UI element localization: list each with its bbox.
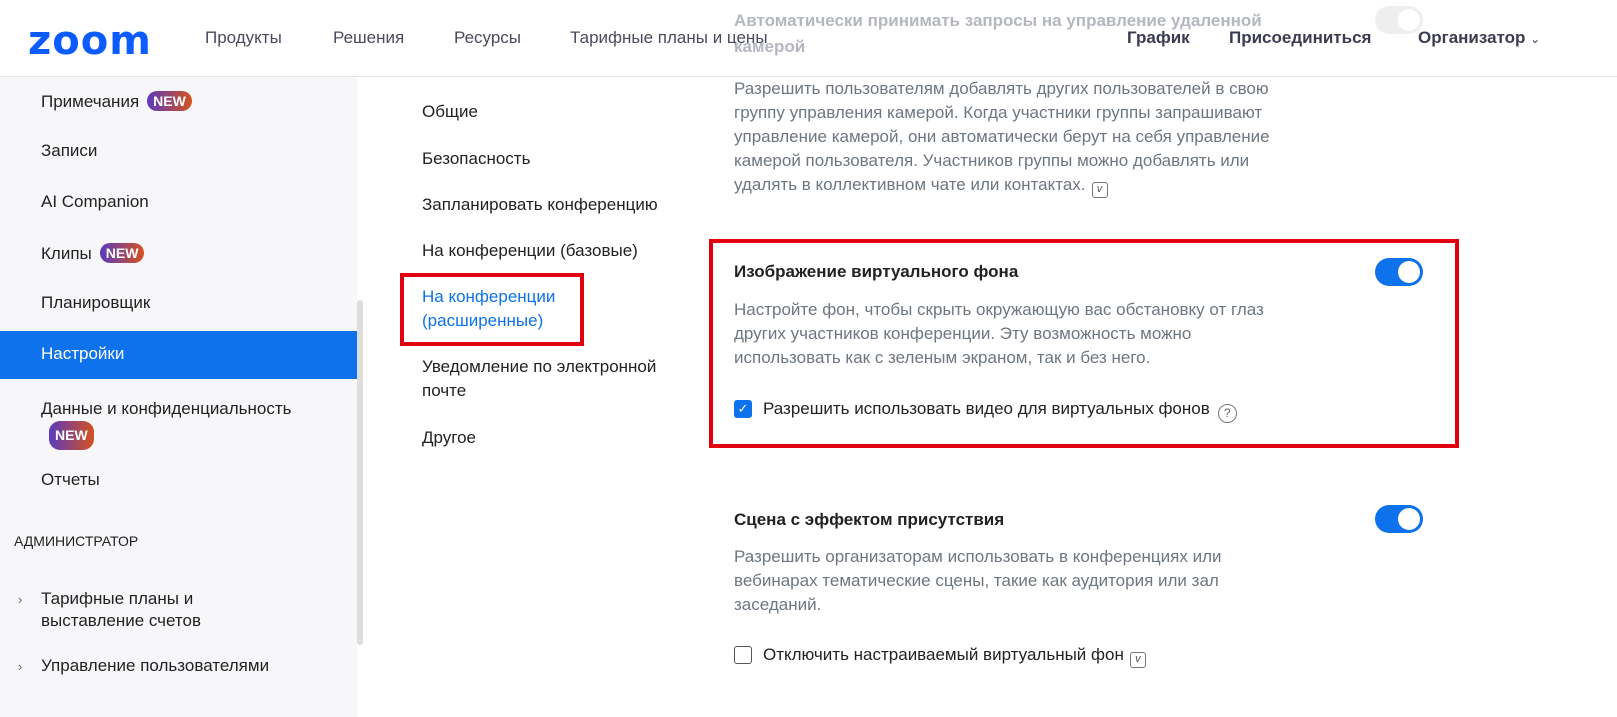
help-icon[interactable]: ? [1217,404,1237,423]
setting-title: Автоматически принимать запросы на управ… [734,11,1262,56]
version-icon[interactable]: v [1091,182,1108,198]
settings-tab-schedule[interactable]: Запланировать конференцию [422,193,658,217]
nav-resources[interactable]: Ресурсы [454,28,521,48]
immersive-toggle[interactable] [1375,505,1423,533]
settings-tab-security[interactable]: Безопасность [422,147,530,171]
zoom-logo[interactable]: zoom [28,18,152,64]
sidebar-item-user-management[interactable]: Управление пользователями [41,656,269,676]
immersive-description: Разрешить организаторам использовать в к… [734,547,1222,614]
settings-tab-email[interactable]: Уведомление по электронной почте [422,355,656,403]
video-bg-checkbox[interactable]: ✓ [734,400,752,418]
sidebar-item-notes[interactable]: Примечания NEW [41,91,192,112]
sidebar-scrollbar[interactable] [357,300,363,645]
new-badge: NEW [99,243,145,263]
video-bg-label: Разрешить использовать видео для виртуал… [763,399,1383,423]
sidebar-item-clips[interactable]: Клипы NEW [41,243,145,264]
settings-tab-basic[interactable]: На конференции (базовые) [422,239,638,263]
immersive-title: Сцена с эффектом присутствия [734,510,1005,529]
camera-control-toggle[interactable] [1375,6,1423,34]
sidebar-item-scheduler[interactable]: Планировщик [41,293,150,313]
highlight-box [400,273,584,346]
camera-control-setting: Автоматически принимать запросы на управ… [734,8,1314,60]
version-icon[interactable]: v [1129,652,1146,668]
virtual-bg-description: Настройте фон, чтобы скрыть окружающую в… [734,300,1264,367]
chevron-right-icon: › [18,592,23,607]
sidebar-item-billing[interactable]: Тарифные планы и выставление счетов [41,588,201,632]
disable-custom-bg-label: Отключить настраиваемый виртуальный фон v [763,645,1383,668]
setting-description: Разрешить пользователям добавлять других… [734,77,1354,198]
sidebar-item-ai-companion[interactable]: AI Companion [41,192,149,212]
nav-products[interactable]: Продукты [205,28,282,48]
chevron-right-icon: › [18,659,23,674]
new-badge: NEW [49,421,94,450]
settings-tab-general[interactable]: Общие [422,100,478,124]
sidebar-item-reports[interactable]: Отчеты [41,470,100,490]
chevron-down-icon: ⌄ [1530,32,1541,46]
admin-heading: АДМИНИСТРАТОР [14,533,139,549]
disable-custom-bg-checkbox[interactable] [734,646,752,664]
sidebar-item-data-privacy[interactable]: Данные и конфиденциальность NEW [41,396,292,450]
sidebar-item-settings[interactable]: Настройки [41,344,124,364]
settings-tab-other[interactable]: Другое [422,426,476,450]
sidebar-item-recordings[interactable]: Записи [41,141,97,161]
nav-solutions[interactable]: Решения [333,28,404,48]
nav-host[interactable]: Организатор ⌄ [1418,28,1540,48]
virtual-bg-toggle[interactable] [1375,258,1423,286]
new-badge: NEW [147,91,192,111]
virtual-bg-title: Изображение виртуального фона [734,262,1019,281]
